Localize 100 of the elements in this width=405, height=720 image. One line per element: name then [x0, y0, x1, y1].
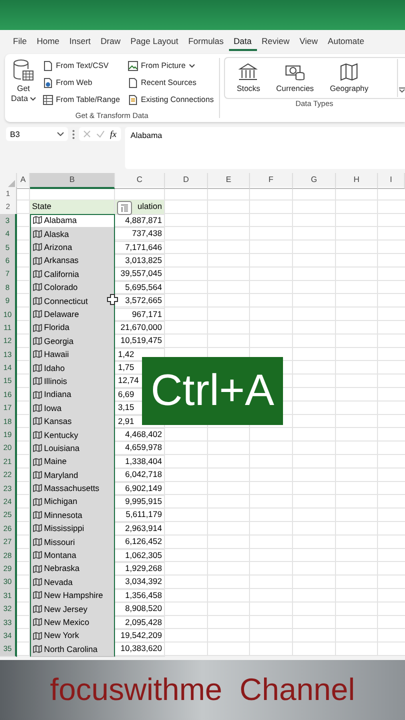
map-icon — [33, 283, 42, 292]
menu-tab[interactable]: Data — [228, 33, 257, 51]
column-header[interactable]: D — [165, 173, 208, 189]
column-header[interactable]: C — [115, 173, 165, 189]
table-cell: Alaska — [30, 227, 115, 242]
table-cell: 1,338,404 — [115, 454, 165, 470]
table-cell: 1,929,268 — [115, 562, 165, 576]
cross-cursor-icon — [107, 294, 118, 305]
map-icon — [33, 498, 42, 506]
map-icon — [33, 256, 42, 265]
menu-tab[interactable]: Insert — [64, 33, 96, 51]
quick-analysis-icon[interactable] — [117, 201, 132, 215]
table-cell: 4,659,978 — [115, 441, 165, 456]
get-data-button[interactable]: Get Data — [9, 57, 38, 111]
table-cell: California — [30, 267, 115, 282]
table-cell: 1,356,458 — [115, 588, 165, 604]
map-icon — [33, 484, 42, 492]
map-icon — [33, 578, 42, 586]
column-header[interactable]: G — [293, 173, 336, 189]
name-box[interactable]: B3 — [6, 127, 68, 141]
table-cell: Kentucky — [30, 428, 115, 442]
table-cell: 967,171 — [115, 308, 165, 322]
table-cell: 737,438 — [115, 227, 165, 242]
insert-function-button[interactable]: fx — [110, 129, 116, 139]
menu-tab[interactable]: Page Layout — [126, 33, 184, 51]
column-header[interactable]: B — [30, 173, 115, 189]
map-icon — [33, 377, 42, 386]
map-icon — [33, 524, 42, 532]
menu-tab[interactable]: File — [8, 33, 32, 51]
map-icon — [33, 430, 42, 439]
map-icon — [339, 63, 360, 81]
map-icon — [33, 324, 42, 332]
table-cell: 21,670,000 — [115, 320, 165, 336]
map-icon — [33, 618, 42, 626]
map-icon — [33, 444, 42, 452]
map-icon — [33, 296, 42, 305]
menu-tab[interactable]: Automate — [322, 33, 370, 51]
table-icon — [42, 94, 53, 104]
caret-icon — [30, 96, 36, 100]
map-icon — [33, 551, 42, 560]
map-icon — [33, 310, 42, 318]
map-icon — [33, 458, 42, 466]
table-cell: Louisiana — [30, 441, 115, 456]
map-icon — [33, 216, 42, 224]
table-cell: Arizona — [30, 240, 115, 255]
table-cell: 3,013,825 — [115, 254, 165, 268]
map-icon — [33, 364, 42, 372]
column-header[interactable]: F — [250, 173, 293, 189]
column-header[interactable]: H — [336, 173, 378, 189]
table-cell: 39,557,045 — [115, 267, 165, 282]
table-cell: Maryland — [30, 468, 115, 483]
caret-icon — [57, 132, 64, 136]
table-cell: 19,542,209 — [115, 628, 165, 644]
table-cell: New Jersey — [30, 602, 115, 617]
map-icon — [33, 337, 42, 345]
table-cell: 5,611,179 — [115, 508, 165, 523]
map-icon — [33, 270, 42, 278]
table-cell: 8,908,520 — [115, 602, 165, 617]
formula-field[interactable]: Alabama — [124, 127, 405, 169]
map-icon — [33, 511, 42, 520]
column-header[interactable]: E — [208, 173, 250, 189]
table-cell: 7,171,646 — [115, 240, 165, 255]
menu-tab[interactable]: View — [294, 33, 323, 51]
map-icon — [33, 538, 42, 546]
table-cell: Minnesota — [30, 508, 115, 523]
table-cell: Delaware — [30, 308, 115, 322]
table-cell: 2,963,914 — [115, 522, 165, 536]
menu-tab[interactable]: Review — [256, 33, 295, 51]
table-cell: 10,519,475 — [115, 334, 165, 349]
map-icon — [33, 417, 42, 426]
map-icon — [33, 390, 42, 399]
table-cell: North Carolina — [30, 642, 115, 657]
database-icon — [12, 59, 34, 83]
table-cell: Georgia — [30, 334, 115, 349]
shortcut-overlay: Ctrl+A — [142, 357, 283, 425]
picture-icon — [128, 60, 138, 70]
channel-caption: focuswithme Channel — [0, 660, 405, 720]
table-cell: 3,034,392 — [115, 575, 165, 590]
gallery-scrollbar[interactable] — [397, 59, 405, 97]
table-cell: Iowa — [30, 401, 115, 416]
map-icon — [33, 564, 42, 573]
column-header[interactable]: I — [378, 173, 405, 189]
more-options-icon[interactable] — [72, 130, 75, 139]
document-icon — [128, 78, 138, 88]
table-cell: 6,902,149 — [115, 482, 165, 496]
table-cell: Montana — [30, 548, 115, 563]
table-cell: 5,695,564 — [115, 280, 165, 296]
map-icon — [33, 591, 42, 600]
menu-tab[interactable]: Formulas — [183, 33, 229, 51]
table-cell: 1,062,305 — [115, 548, 165, 563]
bank-icon — [238, 63, 258, 81]
table-cell: New Mexico — [30, 616, 115, 630]
map-icon — [33, 243, 42, 252]
menu-tab[interactable]: Home — [32, 33, 64, 51]
map-icon — [33, 470, 42, 479]
table-cell: Idaho — [30, 361, 115, 376]
menu-tab[interactable]: Draw — [96, 33, 126, 51]
table-cell: 6,126,452 — [115, 535, 165, 550]
map-icon — [33, 644, 42, 653]
map-icon — [33, 632, 42, 640]
